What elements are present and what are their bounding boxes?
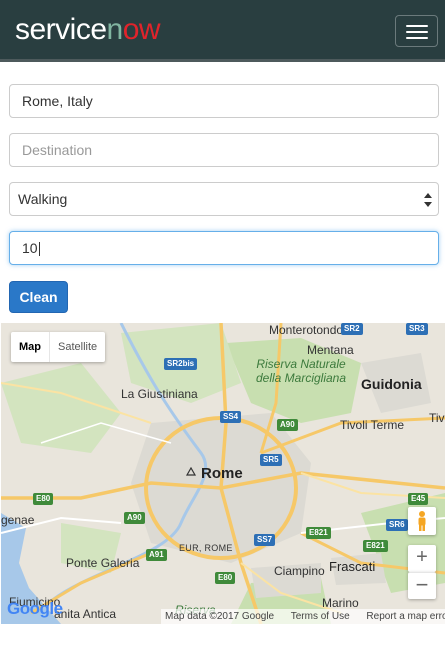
map-label-tivoli-terme: Tivoli Terme <box>340 418 405 432</box>
google-logo-text: Google <box>7 599 63 618</box>
road-shield-sr2: SR2 <box>341 323 363 335</box>
road-shield-ss7: SS7 <box>254 534 276 546</box>
road-shield-e821-b: E821 <box>363 540 388 552</box>
map-label-ciampino: Ciampino <box>274 564 325 578</box>
terms-of-use-link[interactable]: Terms of Use <box>291 611 350 622</box>
navbar: servicenow <box>0 0 445 62</box>
rome-marker-icon <box>185 467 197 476</box>
distance-value: 10 <box>22 240 38 256</box>
map-type-control: Map Satellite <box>11 332 106 362</box>
travel-mode-select[interactable]: Walking <box>9 182 439 216</box>
travel-mode-selected: Walking <box>18 191 68 207</box>
map-label-monterotondo: Monterotondo <box>269 323 344 337</box>
map-label-tiv: Tiv <box>429 411 445 425</box>
logo-ow: ow <box>122 13 161 46</box>
map-label-ponte-galeria: Ponte Galeria <box>66 556 140 570</box>
text-caret <box>38 242 40 257</box>
map-label-sanita-antica: anita Antica <box>54 607 117 621</box>
navbar-border <box>0 59 445 62</box>
pegman-icon <box>418 511 426 531</box>
report-map-error-link[interactable]: Report a map error <box>366 611 445 622</box>
distance-input[interactable]: 10 <box>9 231 439 265</box>
zoom-in-button[interactable]: + <box>408 545 436 572</box>
road-shield-e821-a: E821 <box>306 527 331 539</box>
map-type-map-button[interactable]: Map <box>11 332 50 362</box>
road-shield-e80-bottom: E80 <box>215 572 236 584</box>
road-shield-a90-left: A90 <box>124 512 145 524</box>
road-shield-ss4: SS4 <box>220 411 242 423</box>
map-label-frascati: Frascati <box>329 559 376 574</box>
map-data-attribution: Map data ©2017 Google <box>165 611 275 622</box>
map-type-satellite-button[interactable]: Satellite <box>50 332 105 362</box>
road-shield-sr3: SR3 <box>406 323 428 335</box>
destination-input[interactable] <box>9 133 439 167</box>
map-label-mentana: Mentana <box>307 343 354 357</box>
road-shield-sr6: SR6 <box>386 519 408 531</box>
map-label-guidonia: Guidonia <box>361 376 422 392</box>
map-label-riserva-marcigliana: Riserva Naturale della Marcigliana <box>255 357 347 385</box>
road-shield-a91: A91 <box>146 549 167 561</box>
map-view[interactable]: Map Satellite Monterotondo Mentana Riser… <box>1 323 445 624</box>
hamburger-icon-bar <box>406 37 428 39</box>
street-view-pegman-button[interactable] <box>408 507 436 535</box>
hamburger-icon <box>406 25 428 27</box>
road-shield-e80-left: E80 <box>33 493 54 505</box>
map-label-la-giustiniana: La Giustiniana <box>121 387 198 401</box>
logo-n: n <box>106 13 124 46</box>
clean-button[interactable]: Clean <box>9 281 68 313</box>
origin-input[interactable] <box>9 84 439 118</box>
map-label-eur-rome: EUR, ROME <box>179 543 233 553</box>
logo-service: service <box>15 13 107 46</box>
zoom-out-button[interactable]: − <box>408 572 436 599</box>
map-label-rome: Rome <box>201 465 243 482</box>
road-shield-sr5: SR5 <box>260 454 282 466</box>
road-shield-a90-top: A90 <box>277 419 298 431</box>
map-label-genae: genae <box>1 513 35 527</box>
menu-toggle-button[interactable] <box>395 15 438 47</box>
road-shield-sr2bis: SR2bis <box>164 358 198 370</box>
select-arrows-icon <box>424 193 432 207</box>
google-logo: Google <box>7 599 63 619</box>
map-label-marino: Marino <box>322 596 359 610</box>
servicenow-logo[interactable]: servicenow <box>15 12 161 48</box>
road-shield-e45: E45 <box>408 493 429 505</box>
hamburger-icon-bar <box>406 31 428 33</box>
map-footer: Map data ©2017 Google Terms of Use Repor… <box>161 609 445 624</box>
